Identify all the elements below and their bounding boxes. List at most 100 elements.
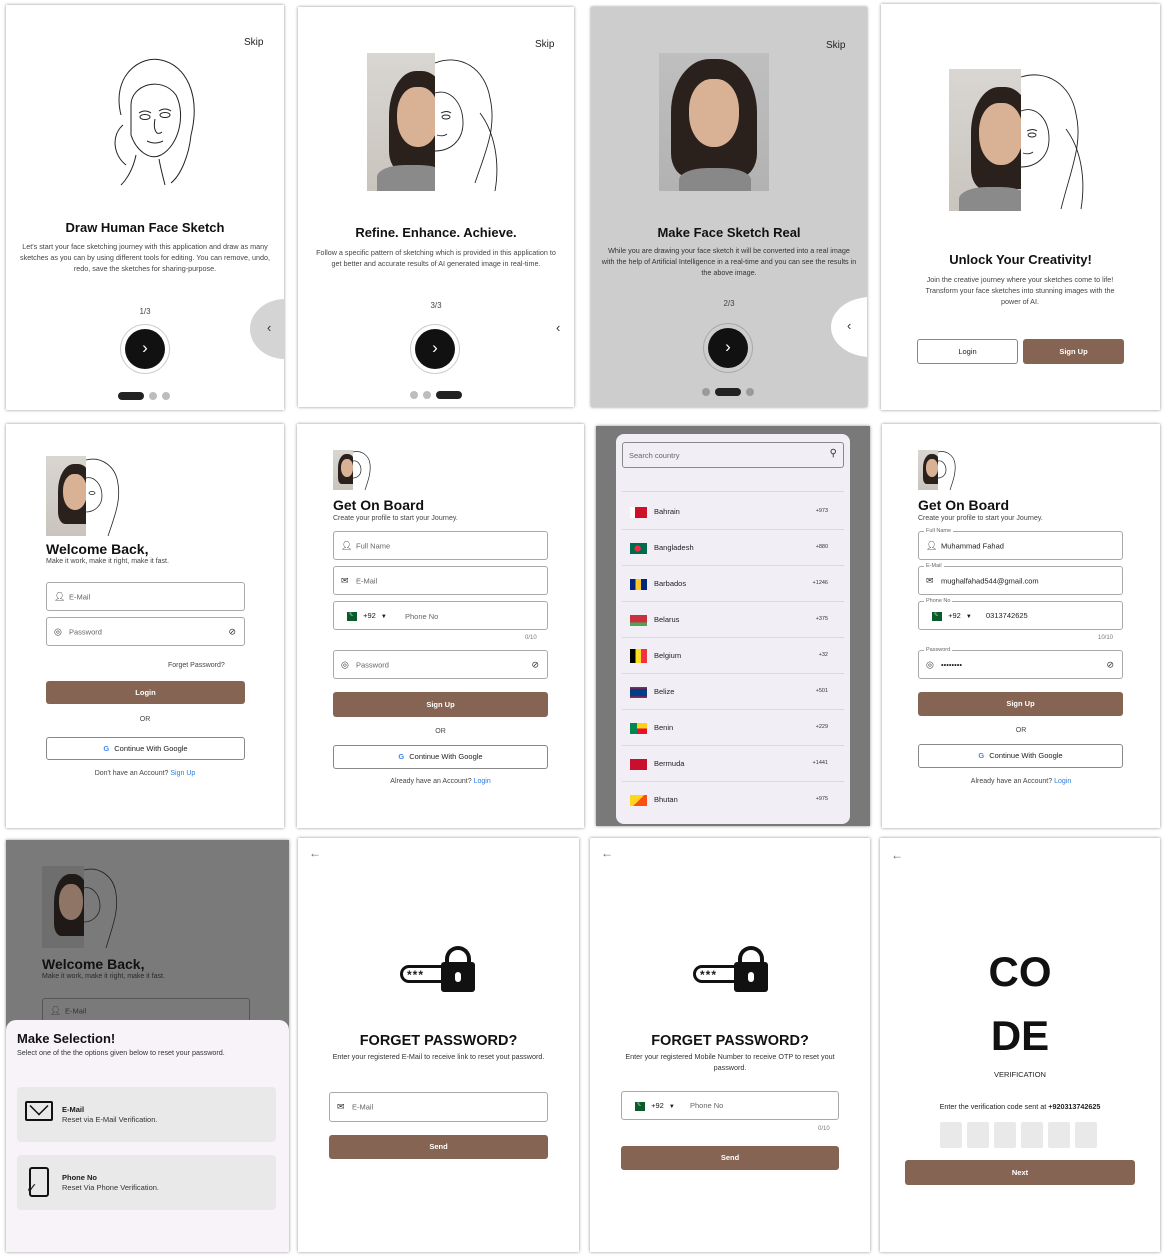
page-dot-2 (715, 388, 741, 396)
send-button[interactable]: Send (329, 1135, 548, 1159)
welcome-description: Join the creative journey where your ske… (925, 275, 1115, 307)
phone-option-card[interactable]: ✓ Phone No Reset Via Phone Verification. (17, 1155, 276, 1210)
check-mark: ✓ (26, 1180, 38, 1196)
country-row-barbados[interactable]: Barbados +1246 (622, 566, 844, 602)
email-label: E-Mail (924, 563, 944, 569)
logo-face-sketch (83, 868, 118, 949)
verification-screen: ← CO DE VERIFICATION Enter the verificat… (880, 838, 1160, 1252)
login-link[interactable]: Login (1054, 778, 1071, 785)
search-country-input[interactable]: Search country ⚲ (622, 442, 844, 468)
belize-flag-icon (630, 687, 647, 698)
country-code: +975 (815, 796, 828, 802)
country-row-belgium[interactable]: Belgium +32 (622, 638, 844, 674)
skip-button[interactable]: Skip (826, 40, 845, 51)
signup-button[interactable]: Sign Up (918, 692, 1123, 716)
otp-box-4[interactable] (1021, 1122, 1043, 1148)
eye-off-icon[interactable]: ⊘ (531, 659, 539, 670)
verification-sent-text: Enter the verification code sent at +920… (880, 1102, 1160, 1111)
country-row-bahrain[interactable]: Bahrain +973 (622, 494, 844, 530)
next-button[interactable]: › (415, 329, 455, 369)
email-field[interactable]: ✉ E-Mail (333, 566, 548, 595)
phone-value: 0313742625 (986, 611, 1028, 620)
back-arrow-icon[interactable]: ← (891, 848, 903, 862)
country-name: Bahrain (654, 507, 680, 516)
country-row-bermuda[interactable]: Bermuda +1441 (622, 746, 844, 782)
signup-link[interactable]: Sign Up (170, 770, 195, 777)
next-button[interactable]: › (708, 328, 748, 368)
signup-button[interactable]: Sign Up (1023, 339, 1124, 364)
onboarding-description: Let's start your face sketching journey … (20, 242, 270, 274)
bangladesh-flag-icon (630, 543, 647, 554)
otp-box-6[interactable] (1075, 1122, 1097, 1148)
onboarding-screen-3: Skip Refine. Enhance. Achieve. Follow a … (298, 7, 574, 407)
dropdown-arrow-icon: ▼ (380, 614, 387, 620)
fullname-field[interactable]: Full Name 👤︎ Muhammad Fahad (918, 528, 1123, 560)
email-value: mughalfahad544@gmail.com (941, 576, 1039, 585)
google-button[interactable]: G Continue With Google (46, 737, 245, 760)
phone-option-title: Phone No (62, 1173, 97, 1182)
eye-off-icon[interactable]: ⊘ (1106, 659, 1114, 670)
country-code: +375 (815, 616, 828, 622)
phone-field[interactable]: +92 ▼ Phone No (333, 601, 548, 630)
country-code-picker[interactable]: +92 ▼ (929, 609, 972, 621)
verification-label: VERIFICATION (994, 1070, 1046, 1079)
skip-button[interactable]: Skip (535, 39, 554, 50)
country-code-picker[interactable]: +92 ▼ (344, 609, 387, 621)
country-name: Bermuda (654, 759, 685, 768)
back-arrow-icon[interactable]: ← (309, 846, 321, 860)
otp-box-3[interactable] (994, 1122, 1016, 1148)
password-field[interactable]: ◎ Password ⊘ (46, 617, 245, 646)
welcome-screen: Unlock Your Creativity! Join the creativ… (881, 4, 1160, 410)
country-code-picker[interactable]: +92 ▼ (632, 1099, 675, 1111)
email-field[interactable]: 👤︎ E-Mail (46, 582, 245, 611)
password-field[interactable]: ◎ Password ⊘ (333, 650, 548, 679)
phone-field[interactable]: Phone No +92 ▼ 0313742625 (918, 598, 1123, 630)
country-row-belize[interactable]: Belize +501 (622, 674, 844, 710)
google-button[interactable]: G Continue With Google (333, 745, 548, 769)
login-button[interactable]: Login (46, 681, 245, 704)
otp-box-5[interactable] (1048, 1122, 1070, 1148)
back-arrow-icon[interactable]: ← (601, 846, 613, 860)
phone-field[interactable]: +92 ▼ Phone No (621, 1091, 839, 1120)
or-divider: OR (139, 716, 151, 723)
forgot-phone-screen: ← *** FORGET PASSWORD? Enter your regist… (590, 838, 870, 1252)
skip-button[interactable]: Skip (244, 37, 263, 48)
fingerprint-icon: ◎ (926, 659, 934, 669)
country-code: +880 (815, 544, 828, 550)
email-field[interactable]: E-Mail ✉ mughalfahad544@gmail.com (918, 563, 1123, 595)
next-button[interactable]: Next (905, 1160, 1135, 1185)
forgot-password-link[interactable]: Forget Password? (168, 662, 225, 669)
next-button[interactable]: › (125, 329, 165, 369)
onboarding-title: Draw Human Face Sketch (65, 220, 225, 235)
fullname-field[interactable]: 👤︎ Full Name (333, 531, 548, 560)
otp-box-1[interactable] (940, 1122, 962, 1148)
country-name: Bangladesh (654, 543, 694, 552)
country-row-benin[interactable]: Benin +229 (622, 710, 844, 746)
signup-button[interactable]: Sign Up (333, 692, 548, 717)
eye-off-icon[interactable]: ⊘ (228, 626, 236, 637)
bg-title: Welcome Back, (42, 956, 145, 972)
send-button[interactable]: Send (621, 1146, 839, 1170)
country-code: +1441 (812, 760, 828, 766)
login-button[interactable]: Login (917, 339, 1018, 364)
page-indicator-text: 1/3 (139, 307, 151, 316)
signup-title: Get On Board (918, 497, 1010, 513)
password-field[interactable]: Password ◎ •••••••• ⊘ (918, 647, 1123, 679)
google-icon: G (978, 751, 985, 760)
google-button[interactable]: G Continue With Google (918, 744, 1123, 768)
login-link[interactable]: Login (474, 778, 491, 785)
otp-box-2[interactable] (967, 1122, 989, 1148)
country-row-belarus[interactable]: Belarus +375 (622, 602, 844, 638)
person-icon: 👤︎ (54, 591, 66, 601)
country-row-bhutan[interactable]: Bhutan +975 (622, 782, 844, 818)
forgot-email-screen: ← *** FORGET PASSWORD? Enter your regist… (298, 838, 579, 1252)
previous-button[interactable]: ‹ (556, 320, 560, 335)
page-dot-3 (436, 391, 462, 399)
email-option-card[interactable]: E-Mail Reset via E-Mail Verification. (17, 1087, 276, 1142)
bermuda-flag-icon (630, 759, 647, 770)
email-field[interactable]: ✉ E-Mail (329, 1092, 548, 1122)
country-row-bangladesh[interactable]: Bangladesh +880 (622, 530, 844, 566)
country-code: +92 (651, 1101, 664, 1110)
onboarding-title: Make Face Sketch Real (657, 225, 801, 240)
signup-screen: Get On Board Create your profile to star… (297, 424, 584, 828)
